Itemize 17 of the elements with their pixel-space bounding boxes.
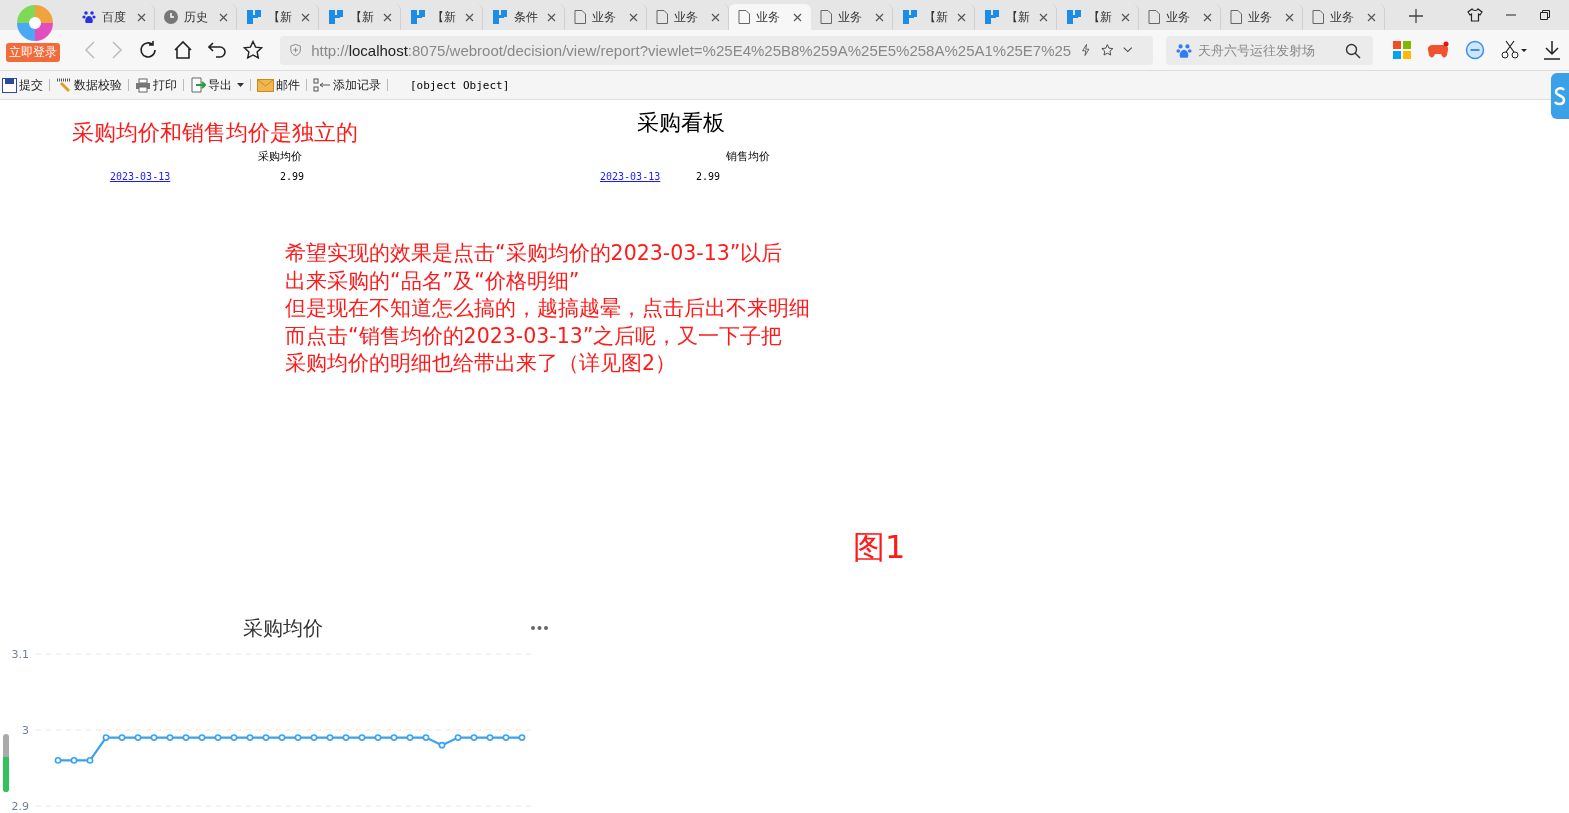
- column-header: 销售均价: [726, 150, 770, 163]
- annotation-line: 希望实现的效果是点击“采购均价的2023-03-13”以后: [285, 240, 783, 267]
- annotation-note: 采购均价和销售均价是独立的: [72, 119, 358, 147]
- annotation-line: 采购均价的明细也给带出来了（详见图2）: [285, 350, 677, 377]
- chart-title: 采购均价: [243, 615, 323, 640]
- table-cell: 2.99: [696, 171, 721, 182]
- annotation-line: 而点击“销售均价的2023-03-13”之后呢，又一下子把: [285, 322, 783, 350]
- annotation-line: 但是现在不知道怎么搞的，越搞越晕，点击后出不来明细: [285, 295, 810, 322]
- axis-tick-label: 2.9: [11, 799, 29, 813]
- annotation-line: 出来采购的“品名”及“价格明细”: [285, 267, 580, 295]
- column-header: 采购均价: [258, 150, 302, 163]
- table-cell: 2.99: [280, 171, 305, 182]
- axis-tick-label: 3: [22, 723, 29, 737]
- figure-label: 图1: [853, 526, 906, 568]
- axis-tick-label: 3.1: [11, 647, 29, 661]
- status-message: [object Object]: [410, 78, 510, 92]
- report-title: 采购看板: [637, 109, 725, 137]
